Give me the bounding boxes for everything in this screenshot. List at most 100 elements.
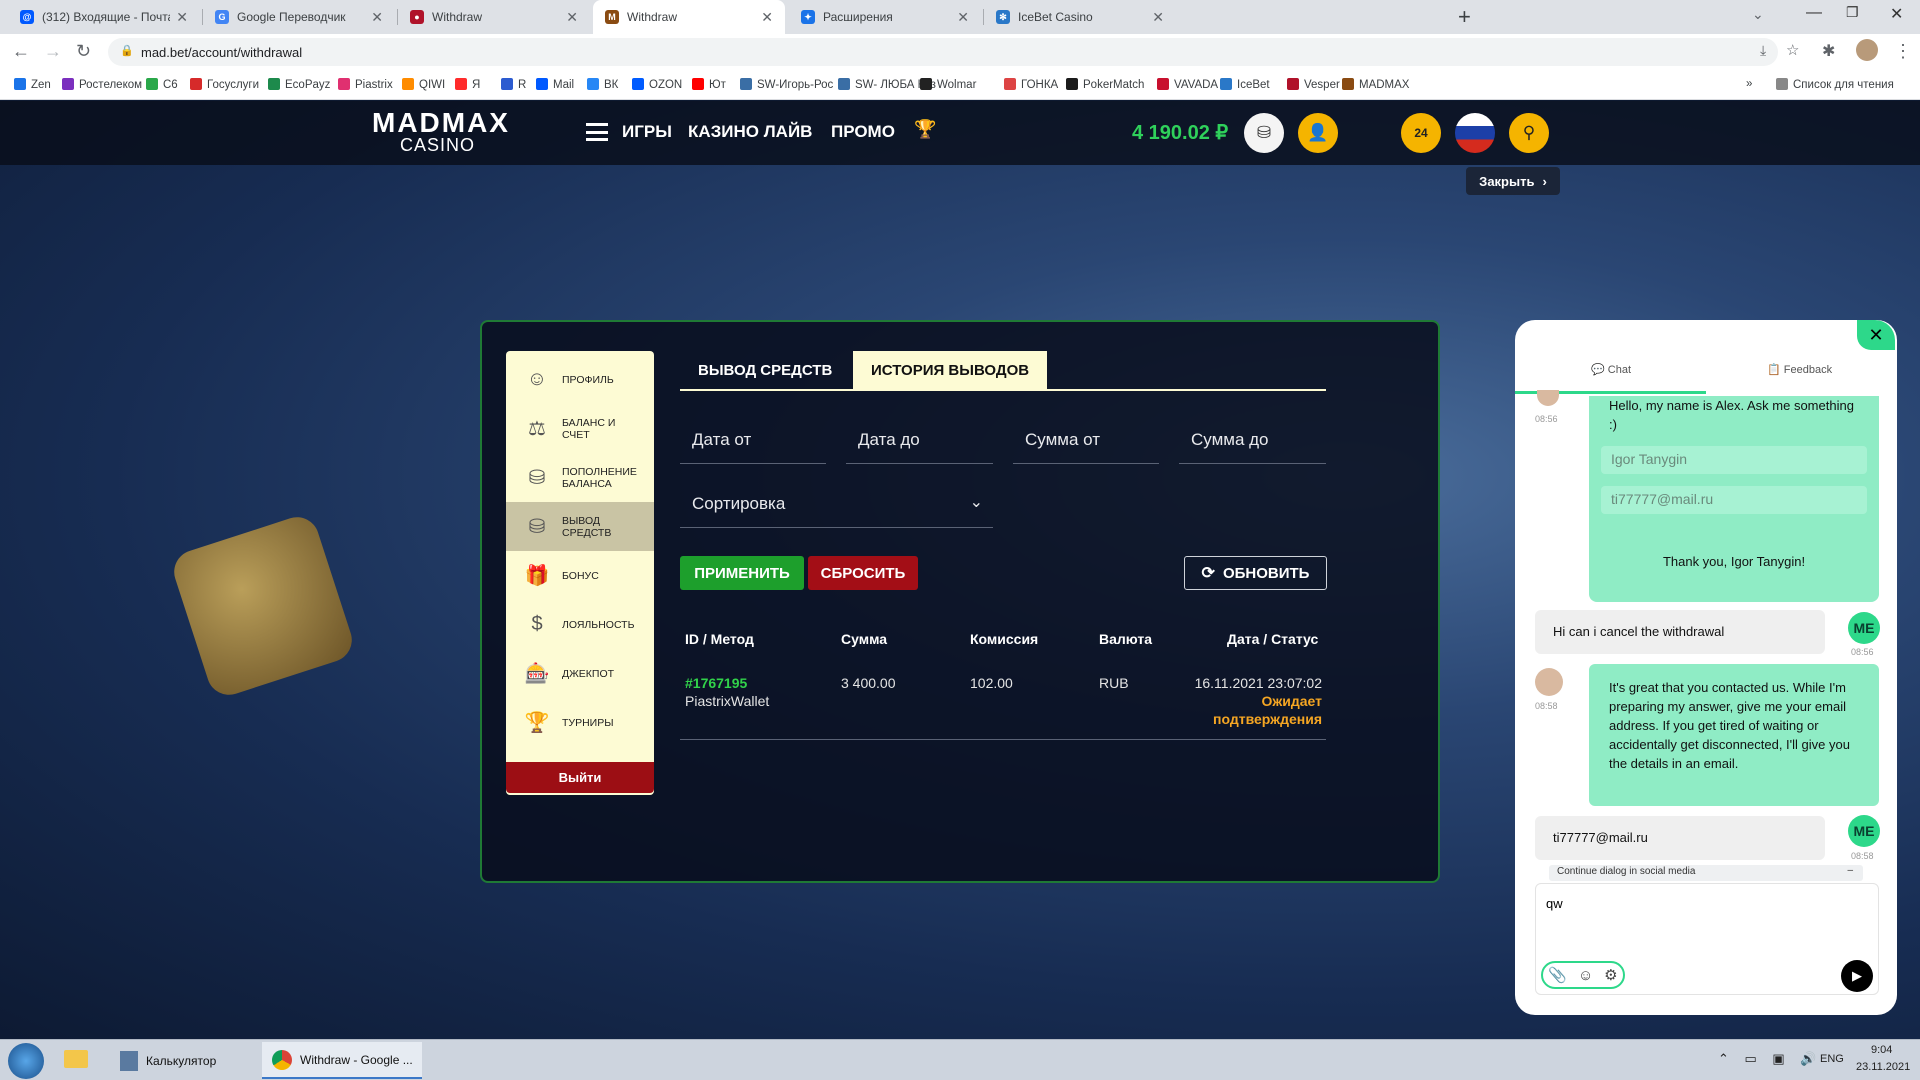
extensions-icon[interactable]: ✱ [1822,41,1835,61]
bookmark-item[interactable]: Mail [536,78,574,91]
close-window-button[interactable]: ✕ [1890,4,1903,24]
minimize-button[interactable]: — [1806,4,1822,22]
tab-withdraw-funds[interactable]: ВЫВОД СРЕДСТВ [680,351,850,389]
trophy-nav-icon[interactable]: 🏆 [914,119,936,140]
bookmarks-more[interactable]: » [1746,78,1752,90]
tab-withdraw-history[interactable]: ИСТОРИЯ ВЫВОДОВ [853,351,1048,389]
withdraw-id-link[interactable]: #1767195 [685,675,747,691]
browser-tab[interactable]: ● Withdraw ✕ [398,0,590,34]
bookmark-item[interactable]: Vesper [1287,78,1340,91]
tab-close-icon[interactable]: ✕ [566,9,578,26]
chat-close-button[interactable]: ✕ [1857,320,1895,350]
browser-tab[interactable]: M Withdraw ✕ [593,0,785,34]
address-bar[interactable]: 🔒 mad.bet/account/withdrawal ⤓ ☆ [108,38,1799,66]
taskbar-chrome[interactable]: Withdraw - Google ... [262,1042,422,1079]
bookmark-item[interactable]: Госуслуги [190,78,259,91]
browser-tab[interactable]: G Google Переводчик ✕ [203,0,395,34]
refresh-button[interactable]: ⟳ ОБНОВИТЬ [1184,556,1327,590]
feedback-tab[interactable]: 📋 Feedback [1767,363,1832,376]
bookmark-item[interactable]: EcoPayz [268,78,330,91]
settings-icon[interactable]: ⚙ [1604,966,1617,984]
url-text[interactable]: mad.bet/account/withdrawal [141,45,302,60]
bookmark-item[interactable]: ГОНКА [1004,78,1058,91]
reset-button[interactable]: СБРОСИТЬ [808,556,918,590]
language-flag-ru[interactable] [1455,113,1495,153]
bookmark-item[interactable]: Zen [14,78,51,91]
bookmark-item[interactable]: Piastrix [338,78,393,91]
account-button[interactable]: 👤 [1298,113,1338,153]
chat-tab[interactable]: 💬 Chat [1591,363,1631,376]
wallet-button[interactable]: ⛁ [1244,113,1284,153]
bookmark-favicon [338,78,350,90]
tab-close-icon[interactable]: ✕ [761,9,773,26]
sidebar-item[interactable]: ⛁ ПОПОЛНЕНИЕ БАЛАНСА [506,453,654,502]
bookmark-item[interactable]: Wolmar [920,78,976,91]
nav-games[interactable]: ИГРЫ [622,122,672,142]
apply-button[interactable]: ПРИМЕНИТЬ [680,556,804,590]
date-to-field[interactable]: Дата до [846,418,993,464]
sidebar-item[interactable]: ⚖ БАЛАНС И СЧЕТ [506,404,654,453]
sidebar-item[interactable]: ⛁ ВЫВОД СРЕДСТВ [506,502,654,551]
message-time: 08:56 [1535,414,1558,424]
bookmark-item[interactable]: MADMAX [1342,78,1409,91]
coins-deposit-icon: ⛁ [528,467,546,489]
browser-tab[interactable]: ✦ Расширения ✕ [789,0,981,34]
send-button[interactable]: ▶ [1841,960,1873,992]
bookmark-item[interactable]: Я [455,78,480,91]
sidebar-item[interactable]: 🏆 ТУРНИРЫ [506,698,654,747]
email-field[interactable]: ti77777@mail.ru [1601,486,1867,514]
tab-close-icon[interactable]: ✕ [1152,9,1164,26]
attach-icon[interactable]: 📎 [1548,966,1567,984]
bookmark-item[interactable]: R [501,78,526,91]
close-chip[interactable]: Закрыть › [1466,167,1560,195]
nav-promo[interactable]: ПРОМО [831,122,895,142]
start-button[interactable] [8,1043,44,1079]
nav-live-casino[interactable]: КАЗИНО ЛАЙВ [688,122,812,142]
sidebar-item[interactable]: $ ЛОЯЛЬНОСТЬ [506,600,654,649]
date-from-field[interactable]: Дата от [680,418,826,464]
bookmark-item[interactable]: C6 [146,78,178,91]
tab-search-icon[interactable]: ⌄ [1752,6,1764,23]
name-field[interactable]: Igor Tanygin [1601,446,1867,474]
sidebar-item[interactable]: 🎰 ДЖЕКПОТ [506,649,654,698]
hamburger-menu-icon[interactable] [586,123,608,141]
bookmark-item[interactable]: VAVADA [1157,78,1218,91]
bookmark-item[interactable]: OZON [632,78,682,91]
logout-button[interactable]: Выйти [506,762,654,793]
star-icon[interactable]: ☆ [1786,41,1799,59]
tab-close-icon[interactable]: ✕ [371,9,383,26]
reading-list[interactable]: Список для чтения [1776,78,1894,91]
bookmark-item[interactable]: SW-Игорь-Рос [740,78,833,91]
bookmark-item[interactable]: PokerMatch [1066,78,1144,91]
reload-icon[interactable]: ↻ [76,41,91,62]
taskbar-calculator[interactable]: Калькулятор [110,1042,258,1079]
bookmark-item[interactable]: QIWI [402,78,445,91]
forward-icon[interactable]: → [44,41,62,62]
browser-tab[interactable]: ✻ IceBet Casino ✕ [984,0,1176,34]
bookmark-favicon [1157,78,1169,90]
menu-kebab-icon[interactable]: ⋮ [1894,41,1912,62]
bookmark-item[interactable]: Ют [692,78,726,91]
profile-avatar[interactable] [1856,39,1878,61]
sidebar-item[interactable]: 🎁 БОНУС [506,551,654,600]
sidebar-item[interactable]: ☺ ПРОФИЛЬ [506,355,654,404]
browser-tab[interactable]: @ (312) Входящие - Почта Mail.ru ✕ [8,0,200,34]
search-button[interactable]: ⚲ [1509,113,1549,153]
support-24-button[interactable]: 24 [1401,113,1441,153]
bookmark-item[interactable]: IceBet [1220,78,1270,91]
maximize-button[interactable]: ❐ [1846,4,1859,21]
bookmark-item[interactable]: Ростелеком [62,78,142,91]
language-indicator[interactable]: ENG [1820,1053,1844,1065]
install-icon[interactable]: ⤓ [1760,42,1766,59]
back-icon[interactable]: ← [12,41,30,62]
emoji-icon[interactable]: ☺ [1578,967,1593,984]
new-tab-button[interactable]: + [1458,4,1471,30]
tab-close-icon[interactable]: ✕ [176,9,188,26]
tab-close-icon[interactable]: ✕ [957,9,969,26]
sort-select[interactable]: Сортировка ⌄ [680,482,993,528]
explorer-icon[interactable] [64,1050,88,1068]
sum-from-field[interactable]: Сумма от [1013,418,1159,464]
bookmark-item[interactable]: ВК [587,78,618,91]
sum-to-field[interactable]: Сумма до [1179,418,1326,464]
continue-social-bar[interactable]: Continue dialog in social media – [1549,865,1863,881]
